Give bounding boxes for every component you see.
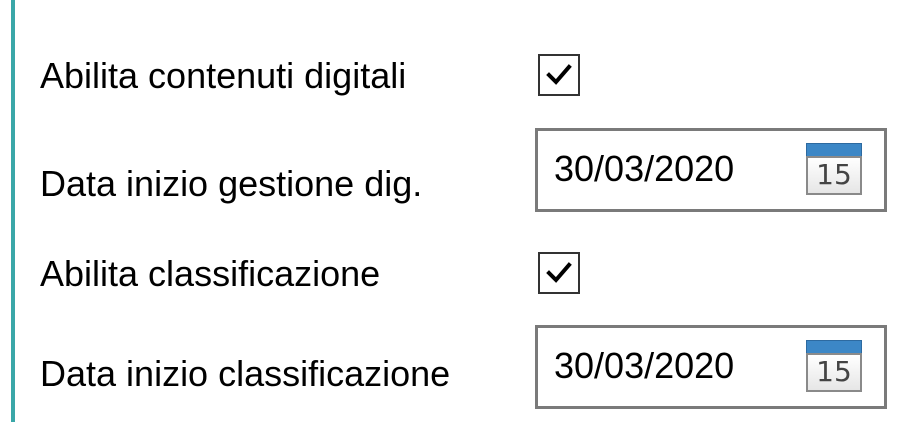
calendar-icon bbox=[806, 143, 862, 157]
calendar-icon-day: 15 bbox=[816, 158, 852, 191]
label-classification-start-date: Data inizio classificazione bbox=[40, 353, 451, 394]
enable-digital-content-checkbox[interactable] bbox=[538, 54, 580, 96]
classification-start-date-value[interactable]: 30/03/2020 bbox=[554, 348, 734, 384]
calendar-icon-day: 15 bbox=[816, 355, 852, 388]
accent-bar bbox=[11, 0, 15, 422]
classification-start-date-field[interactable]: 30/03/2020 15 bbox=[535, 325, 887, 409]
enable-classification-checkbox[interactable] bbox=[538, 252, 580, 294]
label-enable-digital-content: Abilita contenuti digitali bbox=[40, 55, 407, 96]
digital-start-date-value[interactable]: 30/03/2020 bbox=[554, 151, 734, 187]
label-enable-classification: Abilita classificazione bbox=[40, 253, 381, 294]
check-icon bbox=[546, 262, 572, 283]
settings-panel: Abilita contenuti digitali Data inizio g… bbox=[0, 0, 910, 422]
label-digital-start-date: Data inizio gestione dig. bbox=[40, 163, 423, 204]
calendar-icon bbox=[806, 340, 862, 354]
check-icon bbox=[546, 64, 572, 85]
calendar-button[interactable]: 15 bbox=[806, 143, 862, 195]
digital-start-date-field[interactable]: 30/03/2020 15 bbox=[535, 128, 887, 212]
calendar-button[interactable]: 15 bbox=[806, 340, 862, 392]
